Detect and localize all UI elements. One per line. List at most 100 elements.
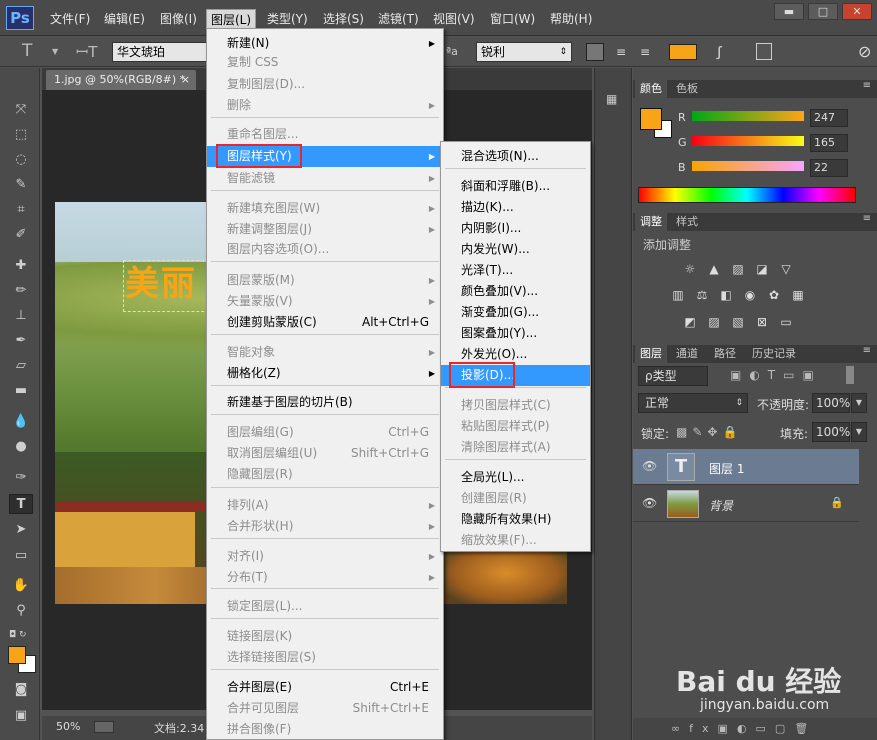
- layer-name[interactable]: 背景: [709, 497, 733, 514]
- move-tool-icon[interactable]: ⤧: [9, 100, 33, 120]
- default-colors-icon[interactable]: ◘ ↻: [9, 630, 27, 640]
- menu-window[interactable]: 窗口(W): [486, 9, 539, 29]
- vibrance-icon[interactable]: ▽: [778, 262, 794, 276]
- healing-brush-tool-icon[interactable]: ✚: [9, 256, 33, 276]
- layer-name[interactable]: 图层 1: [709, 460, 744, 477]
- menu-select[interactable]: 选择(S): [319, 9, 368, 29]
- foreground-color-swatch[interactable]: [640, 108, 662, 130]
- b-value[interactable]: 22: [810, 159, 848, 177]
- 3d-cube-icon[interactable]: ▦: [606, 92, 622, 108]
- eraser-tool-icon[interactable]: ▱: [9, 356, 33, 376]
- levels-icon[interactable]: ▲: [706, 262, 722, 276]
- status-icon[interactable]: [94, 721, 114, 733]
- align-center-icon[interactable]: ≡: [612, 43, 630, 61]
- panel-menu-icon[interactable]: ≡: [863, 345, 871, 356]
- align-left-icon[interactable]: [586, 43, 604, 61]
- eyedropper-tool-icon[interactable]: ✐: [9, 225, 33, 245]
- align-right-icon[interactable]: ≡: [636, 43, 654, 61]
- tab-channels[interactable]: 通道: [671, 345, 703, 363]
- menu-type[interactable]: 类型(Y): [263, 9, 312, 29]
- gradient-tool-icon[interactable]: ▬: [9, 381, 33, 401]
- style-menu-item[interactable]: 隐藏所有效果(H): [441, 509, 590, 530]
- chevron-down-icon[interactable]: ▼: [52, 47, 58, 56]
- tab-adjustments[interactable]: 调整: [635, 213, 667, 231]
- chevron-down-icon[interactable]: ▼: [851, 393, 867, 413]
- b-slider[interactable]: [692, 161, 804, 171]
- posterize-icon[interactable]: ▨: [706, 315, 722, 329]
- tab-color[interactable]: 颜色: [635, 80, 667, 98]
- tab-layers[interactable]: 图层: [635, 345, 667, 363]
- path-select-tool-icon[interactable]: ➤: [9, 520, 33, 540]
- dodge-tool-icon[interactable]: ●: [9, 437, 33, 457]
- hand-tool-icon[interactable]: ✋: [9, 576, 33, 596]
- color-balance-icon[interactable]: ⚖: [694, 288, 710, 302]
- r-slider[interactable]: [692, 111, 804, 121]
- g-value[interactable]: 165: [810, 134, 848, 152]
- layer-row-1[interactable]: 👁 T 图层 1: [633, 449, 859, 485]
- selective-color-icon[interactable]: ⊠: [754, 315, 770, 329]
- style-menu-item[interactable]: 内发光(W)...: [441, 239, 590, 260]
- panel-menu-icon[interactable]: ≡: [863, 80, 871, 91]
- tab-swatches[interactable]: 色板: [671, 80, 703, 98]
- tab-paths[interactable]: 路径: [709, 345, 741, 363]
- foreground-color-swatch[interactable]: [8, 646, 26, 664]
- photo-filter-icon[interactable]: ◉: [742, 288, 758, 302]
- style-menu-item[interactable]: 全局光(L)...: [441, 467, 590, 488]
- shape-tool-icon[interactable]: ▭: [9, 546, 33, 566]
- style-menu-item[interactable]: 描边(K)...: [441, 197, 590, 218]
- type-tool-icon[interactable]: T: [9, 494, 33, 514]
- quick-select-tool-icon[interactable]: ✎: [9, 175, 33, 195]
- canvas-text-layer[interactable]: 美丽: [125, 260, 197, 308]
- chevron-down-icon[interactable]: ▼: [851, 422, 867, 442]
- eye-icon[interactable]: 👁: [642, 459, 657, 473]
- marquee-tool-icon[interactable]: ⬚: [9, 125, 33, 145]
- stamp-tool-icon[interactable]: ⊥: [9, 306, 33, 326]
- color-spectrum[interactable]: [638, 187, 856, 203]
- style-menu-item[interactable]: 图案叠加(Y)...: [441, 323, 590, 344]
- menu-filter[interactable]: 滤镜(T): [374, 9, 423, 29]
- style-menu-item[interactable]: 内阴影(I)...: [441, 218, 590, 239]
- gradient-map-icon[interactable]: ▭: [778, 315, 794, 329]
- lock-icons[interactable]: ▩✎✥🔒: [676, 425, 742, 439]
- color-lookup-icon[interactable]: ▦: [790, 288, 806, 302]
- zoom-tool-icon[interactable]: ⚲: [9, 601, 33, 621]
- menu-layer[interactable]: 图层(L): [206, 9, 257, 29]
- warp-text-icon[interactable]: ꭍ: [716, 41, 722, 64]
- minimize-button[interactable]: ▬: [774, 3, 804, 20]
- antialias-select[interactable]: 锐利 ⇕: [476, 42, 572, 62]
- quick-mask-icon[interactable]: ◙: [9, 680, 33, 700]
- eye-icon[interactable]: 👁: [642, 496, 657, 510]
- text-color-swatch[interactable]: [669, 44, 697, 60]
- black-white-icon[interactable]: ◧: [718, 288, 734, 302]
- tab-styles[interactable]: 样式: [671, 213, 703, 231]
- close-tab-icon[interactable]: ×: [181, 70, 190, 90]
- r-value[interactable]: 247: [810, 109, 848, 127]
- tab-history[interactable]: 历史记录: [747, 345, 801, 363]
- blend-mode-select[interactable]: 正常 ⇕: [638, 393, 748, 413]
- crop-tool-icon[interactable]: ⌗: [9, 200, 33, 220]
- channel-mixer-icon[interactable]: ✿: [766, 288, 782, 302]
- layers-footer-icons[interactable]: ∞fx▣◐▭▢🗑: [633, 718, 877, 740]
- threshold-icon[interactable]: ▧: [730, 315, 746, 329]
- style-menu-item[interactable]: 渐变叠加(G)...: [441, 302, 590, 323]
- opacity-input[interactable]: 100%: [812, 393, 850, 413]
- type-tool-icon[interactable]: T: [22, 41, 32, 61]
- pen-tool-icon[interactable]: ✑: [9, 468, 33, 488]
- layer-filter-select[interactable]: ρ类型: [638, 366, 708, 386]
- style-menu-item[interactable]: 光泽(T)...: [441, 260, 590, 281]
- invert-icon[interactable]: ◩: [682, 315, 698, 329]
- hue-sat-icon[interactable]: ▥: [670, 288, 686, 302]
- zoom-level[interactable]: 50%: [56, 720, 80, 733]
- text-orientation-icon[interactable]: ꟷT: [76, 42, 97, 62]
- menu-file[interactable]: 文件(F): [46, 9, 94, 29]
- menu-edit[interactable]: 编辑(E): [100, 9, 149, 29]
- layer-menu-item[interactable]: 栅格化(Z) ▶: [207, 363, 443, 384]
- blur-tool-icon[interactable]: 💧: [9, 412, 33, 432]
- brush-tool-icon[interactable]: ✏: [9, 281, 33, 301]
- history-brush-tool-icon[interactable]: ✒: [9, 331, 33, 351]
- font-family-select[interactable]: 华文琥珀: [112, 42, 208, 62]
- document-tab[interactable]: 1.jpg @ 50%(RGB/8#) * ×: [46, 70, 196, 90]
- cancel-icon[interactable]: ⊘: [858, 42, 871, 61]
- character-panel-icon[interactable]: [756, 43, 772, 60]
- style-menu-item[interactable]: 混合选项(N)...: [441, 146, 590, 167]
